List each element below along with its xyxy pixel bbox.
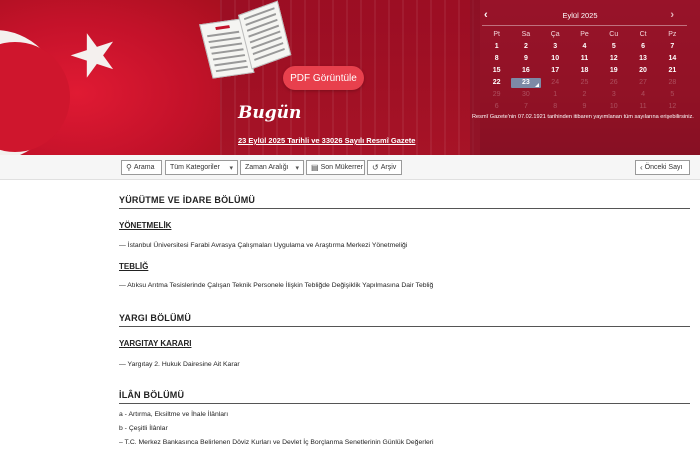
chevron-down-icon: ▾ [295, 164, 299, 172]
search-button[interactable]: ⚲ Arama [121, 160, 162, 175]
calendar-weekday: Ct [639, 31, 647, 38]
calendar-day: 9 [582, 103, 587, 110]
chevron-down-icon: ▾ [229, 164, 233, 172]
section-judiciary-title: YARGI BÖLÜMÜ [119, 313, 192, 323]
calendar-weekday: Pe [580, 31, 589, 38]
calendar-day[interactable]: 12 [599, 54, 628, 64]
chevron-left-icon: ‹ [640, 163, 643, 172]
calendar-header: ‹ Eylül 2025 › [470, 9, 700, 24]
calendar-day[interactable]: 1 [482, 42, 511, 52]
last-duplicate-label: Son Mükerrer [320, 164, 363, 171]
section-divider [119, 326, 690, 327]
time-range-select[interactable]: Zaman Aralığı ▾ [240, 160, 304, 175]
calendar-day: 30 [522, 91, 530, 98]
filter-toolbar: ⚲ Arama Tüm Kategoriler ▾ Zaman Aralığı … [0, 155, 700, 180]
calendar-month-title[interactable]: Eylül 2025 [470, 11, 690, 20]
calendar-grid: Pt Sa Ça Pe Cu Ct Pz 1 2 3 4 5 6 7 8 9 10 11 12 13 14 15 16 17 1… [482, 30, 687, 112]
court-decision-heading: YARGITAY KARARI [119, 339, 192, 348]
calendar-day[interactable]: 21 [658, 66, 687, 76]
calendar-day: 12 [668, 103, 677, 110]
calendar-day[interactable]: 22 [482, 78, 511, 88]
calendar-note: Resmî Gazete'nin 07.02.1921 tarihinden i… [472, 114, 694, 120]
previous-issue-label: Önceki Sayı [644, 164, 683, 171]
calendar-weekday: Cu [609, 31, 619, 38]
calendar-day[interactable]: 8 [482, 54, 511, 64]
category-select[interactable]: Tüm Kategoriler ▾ [165, 160, 238, 175]
document-icon: ▤ [311, 163, 319, 172]
previous-issue-button[interactable]: ‹ Önceki Sayı [635, 160, 690, 175]
time-range-value: Zaman Aralığı [245, 164, 289, 171]
court-item-link[interactable]: — Yargıtay 2. Hukuk Dairesine Ait Karar [119, 361, 240, 368]
calendar-day[interactable]: 20 [628, 66, 657, 76]
calendar-day: 1 [553, 91, 558, 98]
communique-item-link[interactable]: — Atıksu Arıtma Tesislerinde Çalışan Tek… [119, 282, 433, 289]
calendar-day[interactable]: 7 [658, 42, 687, 52]
notice-item-link[interactable]: a - Artırma, Eksiltme ve İhale İlânları [119, 411, 228, 418]
calendar-day: 8 [553, 103, 558, 110]
history-icon: ↺ [372, 163, 379, 172]
calendar-day[interactable]: 5 [599, 42, 628, 52]
calendar-day[interactable]: 18 [570, 66, 599, 76]
communique-heading: TEBLİĞ [119, 262, 149, 271]
calendar-day: 6 [494, 103, 499, 110]
section-divider [119, 403, 690, 404]
star-icon: ★ [59, 15, 129, 94]
hero-banner: ★ PDF Görüntüle Bugün 23 Eylül 2025 Tari… [0, 0, 700, 155]
calendar-day[interactable]: 2 [511, 42, 540, 52]
calendar-day: 24 [551, 79, 560, 86]
calendar-day: 26 [609, 79, 618, 86]
calendar-day[interactable]: 19 [599, 66, 628, 76]
calendar-day: 25 [580, 79, 589, 86]
calendar-weekday: Pt [493, 31, 500, 38]
calendar-day: 2 [582, 91, 587, 98]
issue-contents: YÜRÜTME VE İDARE BÖLÜMÜ YÖNETMELİK — İst… [0, 181, 700, 453]
calendar-day: 4 [641, 91, 646, 98]
today-issue-link[interactable]: 23 Eylül 2025 Tarihli ve 33026 Sayılı Re… [238, 136, 415, 145]
notice-item-link[interactable]: – T.C. Merkez Bankasınca Belirlenen Dövi… [119, 439, 434, 446]
calendar-day[interactable]: 9 [511, 54, 540, 64]
calendar-day[interactable]: 16 [511, 66, 540, 76]
section-divider [119, 208, 690, 209]
calendar-day: 10 [609, 103, 618, 110]
search-icon: ⚲ [126, 163, 132, 172]
calendar-day[interactable]: 3 [541, 42, 570, 52]
today-heading: Bugün [238, 103, 302, 123]
notice-item-link[interactable]: b - Çeşitli İlânlar [119, 425, 168, 432]
section-notice-title: İLÂN BÖLÜMÜ [119, 390, 185, 400]
calendar-day: 11 [639, 103, 647, 110]
search-label: Arama [133, 164, 155, 171]
archive-label: Arşiv [380, 164, 397, 171]
calendar-day[interactable]: 14 [658, 54, 687, 64]
calendar-day: 28 [668, 79, 677, 86]
section-executive-title: YÜRÜTME VE İDARE BÖLÜMÜ [119, 195, 256, 205]
calendar-day: 7 [523, 103, 528, 110]
calendar-weekday: Pz [668, 31, 677, 38]
regulation-item-link[interactable]: — İstanbul Üniversitesi Farabi Avrasya Ç… [119, 242, 407, 249]
calendar-day[interactable]: 10 [541, 54, 570, 64]
last-duplicate-button[interactable]: ▤ Son Mükerrer [306, 160, 365, 175]
calendar-day[interactable]: 6 [628, 42, 657, 52]
calendar-day: 27 [639, 79, 647, 86]
calendar-weekday: Ça [550, 31, 560, 38]
calendar-day[interactable]: 11 [570, 54, 599, 64]
calendar-next-icon[interactable]: › [670, 9, 674, 21]
calendar-widget: ‹ Eylül 2025 › Pt Sa Ça Pe Cu Ct Pz 1 2 3 4 5 6 7 8 9 10… [470, 0, 700, 155]
turkish-flag-image: ★ [0, 0, 220, 155]
calendar-day[interactable]: 23 [511, 78, 541, 88]
calendar-day[interactable]: 4 [570, 42, 599, 52]
pdf-view-button[interactable]: PDF Görüntüle [283, 66, 364, 90]
calendar-day: 3 [611, 91, 616, 98]
regulation-heading: YÖNETMELİK [119, 221, 172, 230]
archive-button[interactable]: ↺ Arşiv [367, 160, 402, 175]
calendar-weekday: Sa [521, 31, 531, 38]
category-value: Tüm Kategoriler [170, 164, 220, 171]
calendar-day[interactable]: 13 [628, 54, 657, 64]
calendar-day: 5 [670, 91, 675, 98]
calendar-day[interactable]: 17 [541, 66, 570, 76]
calendar-day[interactable]: 15 [482, 66, 511, 76]
calendar-day: 29 [492, 91, 501, 98]
calendar-divider [482, 25, 687, 26]
